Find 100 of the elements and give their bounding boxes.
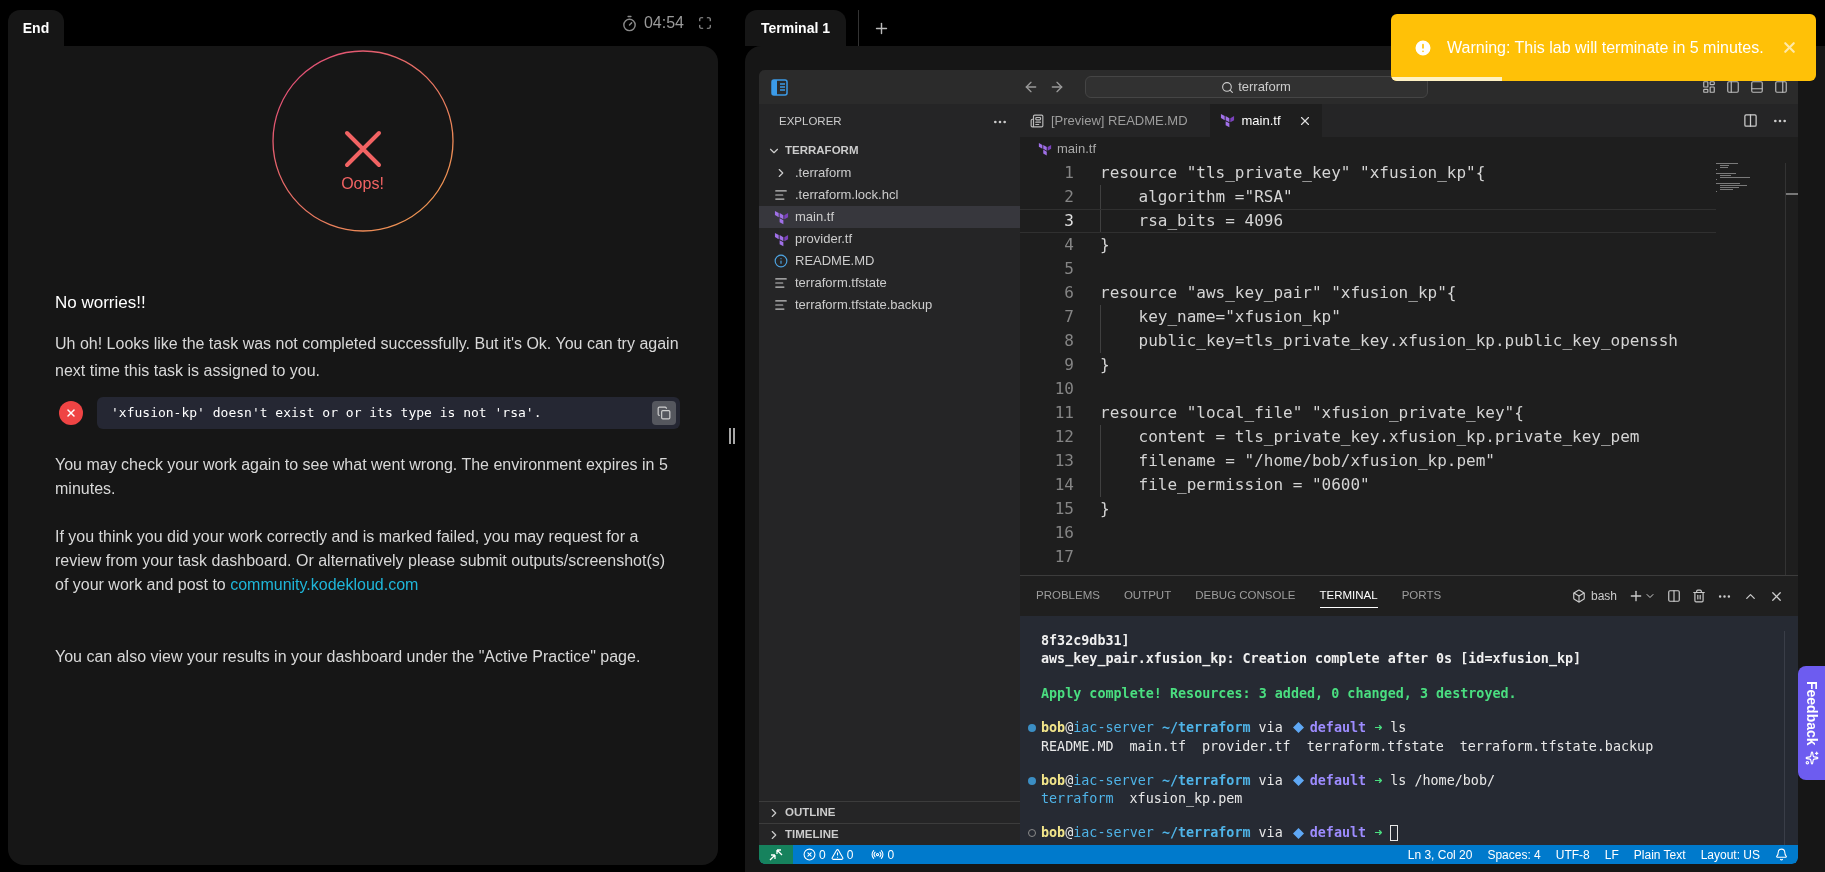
prompt-at: @ (1065, 824, 1074, 843)
line-number: 7 (1063, 306, 1074, 328)
panel-tab[interactable]: PROBLEMS (1036, 584, 1100, 608)
split-terminal-icon[interactable] (1667, 589, 1681, 603)
file-item[interactable]: .terraform (759, 162, 1020, 184)
prompt-host: iac-server (1073, 824, 1154, 843)
breadcrumb[interactable]: main.tf (1057, 138, 1096, 159)
folder-label: TERRAFORM (785, 143, 859, 159)
line-number: 9 (1063, 354, 1074, 376)
file-item[interactable]: terraform.tfstate (759, 272, 1020, 294)
remote-button[interactable] (759, 845, 793, 864)
diamond-icon (1292, 827, 1304, 839)
status-item[interactable]: Ln 3, Col 20 (1407, 845, 1473, 864)
heading: No worries!! (55, 292, 147, 314)
info-paragraph: You can also view your results in your dashboard under the "Active Practice" page. (55, 646, 642, 667)
result-ring-icon (271, 50, 454, 232)
copy-button[interactable] (652, 400, 676, 425)
feedback-tab[interactable]: Feedback (1798, 666, 1825, 780)
error-icon (59, 400, 83, 425)
remote-icon (769, 848, 783, 861)
split-editor-icon[interactable] (1743, 113, 1758, 128)
file-lines-icon (774, 188, 788, 202)
line-number: 13 (1053, 450, 1074, 472)
layout-icon[interactable] (1702, 80, 1716, 94)
countdown-timer: 04:54 (643, 13, 684, 33)
code-line: content = tls_private_key.xfusion_kp.private_key_pem (1137, 426, 1640, 448)
prompt-arrow: ➜ (1374, 718, 1383, 737)
status-item[interactable]: UTF-8 (1555, 845, 1590, 864)
prompt-via: via (1258, 771, 1283, 790)
file-name: terraform.tfstate.backup (1459, 737, 1654, 755)
prompt-at: @ (1065, 718, 1074, 737)
new-terminal-icon[interactable] (1628, 588, 1644, 604)
status-item[interactable]: Plain Text (1633, 845, 1686, 864)
prompt-env: default (1309, 771, 1367, 790)
file-name: provider.tf (1202, 737, 1291, 755)
scroll-indicator (1786, 193, 1798, 195)
panel-tab[interactable]: DEBUG CONSOLE (1195, 584, 1296, 608)
toggle-secondary-sidebar-icon[interactable] (1774, 80, 1788, 94)
prompt-host: iac-server (1073, 718, 1154, 737)
terraform-icon (1219, 113, 1235, 128)
copy-icon (657, 405, 671, 420)
file-item[interactable]: .terraform.lock.hcl (759, 184, 1020, 206)
sparkles-icon (1804, 751, 1819, 766)
file-name: terraform.tfstate (1306, 737, 1444, 755)
prompt-user: bob (1041, 718, 1066, 737)
panel-tab[interactable]: TERMINAL (1319, 583, 1378, 609)
prompt-path: ~/terraform (1161, 718, 1251, 737)
toggle-sidebar-icon[interactable] (1726, 80, 1740, 94)
end-tab[interactable]: End (8, 10, 64, 46)
ports-indicator[interactable]: 0 (871, 845, 895, 864)
line-number: 11 (1053, 402, 1074, 424)
search-field[interactable]: terraform (1084, 76, 1428, 98)
prompt-path: ~/terraform (1161, 771, 1251, 790)
result-label: Oops! (341, 174, 384, 194)
problems-indicator[interactable]: 0 0 (803, 845, 854, 864)
line-number: 5 (1063, 258, 1074, 280)
line-number: 16 (1053, 522, 1074, 544)
info-paragraph: If you think you did your work correctly and is marked failed, you may request for a review from your task dashboard. Or alternatively please submit outputs/screenshot(s) of your work and post to community.kodekloud.com (55, 526, 667, 595)
resize-handle-icon[interactable] (728, 428, 735, 444)
result-message: Uh oh! Looks like the task was not completed successfully. But it's Ok. You can try again next time this task is assigned to you. (55, 333, 680, 381)
prompt-user: bob (1041, 771, 1066, 790)
trash-icon[interactable] (1692, 589, 1706, 603)
code-line: key_name="xfusion_kp" (1137, 306, 1341, 328)
prompt-via: via (1258, 824, 1283, 843)
panel-tab[interactable]: PORTS (1401, 584, 1442, 608)
status-item[interactable]: Spaces: 4 (1487, 845, 1541, 864)
panel-tab[interactable]: OUTPUT (1123, 584, 1172, 608)
status-item[interactable]: LF (1604, 845, 1619, 864)
code-line: } (1100, 354, 1110, 376)
community-link[interactable]: community.kodekloud.com (230, 575, 419, 593)
code-line: resource "local_file" "xfusion_private_key"{ (1100, 402, 1524, 424)
editor-tab[interactable]: [Preview] README.MD (1020, 104, 1210, 137)
terminal-success: Apply complete! Resources: 3 added, 0 changed, 3 destroyed. (1040, 684, 1518, 702)
shell-selector[interactable]: bash (1571, 587, 1617, 605)
app-logo-icon (771, 78, 788, 96)
notifications-icon[interactable] (1775, 848, 1788, 861)
file-lines-icon (774, 276, 788, 290)
terminal-tab[interactable]: Terminal 1 (745, 10, 846, 46)
folder-header[interactable]: TERRAFORM (759, 140, 1020, 162)
status-item[interactable]: Layout: US (1700, 845, 1760, 864)
fullscreen-icon[interactable] (698, 16, 712, 30)
editor-tab[interactable]: main.tf (1209, 104, 1322, 137)
line-number: 3 (1063, 210, 1074, 232)
line-number: 10 (1053, 378, 1074, 400)
file-item[interactable]: main.tf (759, 206, 1020, 228)
line-number: 2 (1063, 186, 1074, 208)
code-line: file_permission = "0600" (1137, 474, 1370, 496)
line-number: 1 (1063, 162, 1074, 184)
code-line: public_key=tls_private_key.xfusion_kp.public_key_openssh (1137, 330, 1678, 352)
info-paragraph: You may check your work again to see what went wrong. The environment expires in 5 minutes. (55, 454, 669, 499)
prompt-command: ls (1390, 718, 1407, 737)
toggle-panel-icon[interactable] (1750, 80, 1764, 94)
prompt-arrow: ➜ (1374, 771, 1383, 790)
file-item[interactable]: README.MD (759, 250, 1020, 272)
file-item[interactable]: provider.tf (759, 228, 1020, 250)
prompt-user: bob (1041, 824, 1066, 843)
section-header[interactable]: OUTLINE (759, 801, 1020, 823)
terminal-output: 8f32c9db31] (1040, 632, 1131, 649)
file-item[interactable]: terraform.tfstate.backup (759, 294, 1020, 316)
alert-icon (1413, 37, 1433, 58)
